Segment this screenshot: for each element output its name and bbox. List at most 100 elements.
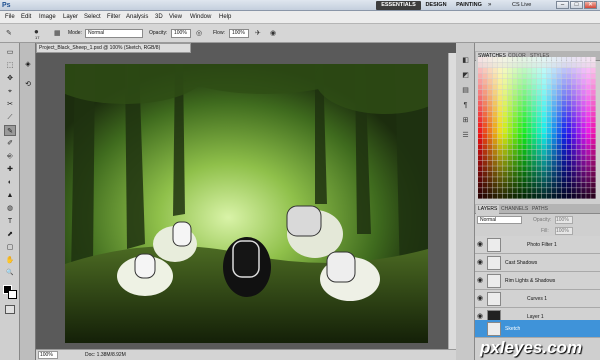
swatch-cell[interactable] xyxy=(571,111,576,117)
swatch-cell[interactable] xyxy=(561,111,567,117)
swatch-cell[interactable] xyxy=(532,84,537,90)
workspace-painting-button[interactable]: PAINTING xyxy=(452,1,486,10)
swatch-cell[interactable] xyxy=(492,78,498,84)
swatch-cell[interactable] xyxy=(527,117,532,123)
swatch-cell[interactable] xyxy=(546,111,552,117)
swatch-cell[interactable] xyxy=(517,122,522,128)
swatch-cell[interactable] xyxy=(507,177,513,183)
swatch-cell[interactable] xyxy=(517,89,522,95)
layer-row[interactable]: ◉ Cast Shadows xyxy=(475,254,600,272)
swatch-cell[interactable] xyxy=(502,89,508,95)
swatch-cell[interactable] xyxy=(541,160,547,166)
swatch-cell[interactable] xyxy=(517,166,522,172)
swatch-cell[interactable] xyxy=(502,188,508,194)
swatch-cell[interactable] xyxy=(507,57,513,63)
swatch-cell[interactable] xyxy=(478,62,483,68)
swatch-cell[interactable] xyxy=(522,95,527,101)
swatch-cell[interactable] xyxy=(537,193,542,199)
swatch-cell[interactable] xyxy=(581,106,586,112)
size-pressure-icon[interactable]: ◉ xyxy=(270,29,276,38)
swatch-cell[interactable] xyxy=(487,149,493,155)
swatch-cell[interactable] xyxy=(478,106,483,112)
swatch-cell[interactable] xyxy=(492,128,498,134)
workspace-essentials-button[interactable]: ESSENTIALS xyxy=(376,1,421,10)
swatch-cell[interactable] xyxy=(482,122,488,128)
swatch-cell[interactable] xyxy=(507,89,513,95)
swatch-cell[interactable] xyxy=(478,182,483,188)
swatch-cell[interactable] xyxy=(522,171,527,177)
swatch-cell[interactable] xyxy=(556,144,562,150)
swatch-cell[interactable] xyxy=(507,182,513,188)
swatch-cell[interactable] xyxy=(581,160,586,166)
swatch-cell[interactable] xyxy=(512,144,517,150)
swatch-cell[interactable] xyxy=(478,122,483,128)
swatch-cell[interactable] xyxy=(546,62,552,68)
swatch-cell[interactable] xyxy=(591,89,596,95)
swatch-cell[interactable] xyxy=(487,144,493,150)
swatch-cell[interactable] xyxy=(537,89,542,95)
swatch-cell[interactable] xyxy=(546,128,552,134)
swatch-cell[interactable] xyxy=(507,138,513,144)
swatch-cell[interactable] xyxy=(576,177,581,183)
swatch-cell[interactable] xyxy=(541,133,547,139)
swatch-cell[interactable] xyxy=(541,155,547,161)
swatch-cell[interactable] xyxy=(541,188,547,194)
swatch-cell[interactable] xyxy=(522,160,527,166)
swatch-cell[interactable] xyxy=(556,177,562,183)
swatch-cell[interactable] xyxy=(497,144,503,150)
swatch-cell[interactable] xyxy=(537,133,542,139)
swatch-cell[interactable] xyxy=(517,177,522,183)
swatch-cell[interactable] xyxy=(502,78,508,84)
swatch-cell[interactable] xyxy=(487,155,493,161)
menu-layer[interactable]: Layer xyxy=(63,11,78,24)
swatch-cell[interactable] xyxy=(527,133,532,139)
menu-file[interactable]: File xyxy=(5,11,15,24)
swatch-cell[interactable] xyxy=(492,149,498,155)
swatch-cell[interactable] xyxy=(571,149,576,155)
swatch-cell[interactable] xyxy=(522,100,527,106)
swatch-cell[interactable] xyxy=(507,166,513,172)
swatch-cell[interactable] xyxy=(566,111,572,117)
swatch-cell[interactable] xyxy=(586,62,591,68)
swatch-cell[interactable] xyxy=(576,188,581,194)
swatch-cell[interactable] xyxy=(497,67,503,73)
swatch-cell[interactable] xyxy=(576,57,581,63)
swatch-cell[interactable] xyxy=(546,188,552,194)
swatch-cell[interactable] xyxy=(546,144,552,150)
swatch-cell[interactable] xyxy=(586,122,591,128)
swatch-cell[interactable] xyxy=(546,166,552,172)
swatch-cell[interactable] xyxy=(487,100,493,106)
swatch-cell[interactable] xyxy=(527,62,532,68)
swatch-cell[interactable] xyxy=(497,193,503,199)
swatch-cell[interactable] xyxy=(522,144,527,150)
swatch-cell[interactable] xyxy=(586,171,591,177)
swatch-cell[interactable] xyxy=(566,117,572,123)
swatch-cell[interactable] xyxy=(551,84,557,90)
swatch-cell[interactable] xyxy=(527,111,532,117)
swatch-cell[interactable] xyxy=(532,57,537,63)
swatch-cell[interactable] xyxy=(566,160,572,166)
swatch-cell[interactable] xyxy=(556,95,562,101)
history-icon[interactable]: ⟲ xyxy=(23,80,33,90)
move-tool-icon[interactable]: ▭ xyxy=(4,47,16,58)
swatch-cell[interactable] xyxy=(591,144,596,150)
swatch-cell[interactable] xyxy=(532,144,537,150)
swatch-cell[interactable] xyxy=(507,111,513,117)
swatch-cell[interactable] xyxy=(478,95,483,101)
swatch-cell[interactable] xyxy=(591,171,596,177)
swatch-cell[interactable] xyxy=(571,160,576,166)
swatch-cell[interactable] xyxy=(527,188,532,194)
swatch-cell[interactable] xyxy=(512,193,517,199)
swatch-cell[interactable] xyxy=(522,133,527,139)
swatch-cell[interactable] xyxy=(541,78,547,84)
swatch-cell[interactable] xyxy=(522,89,527,95)
swatch-cell[interactable] xyxy=(576,193,581,199)
swatch-cell[interactable] xyxy=(561,117,567,123)
eyedropper-tool-icon[interactable]: ⟋ xyxy=(4,112,16,123)
swatch-cell[interactable] xyxy=(576,95,581,101)
swatch-cell[interactable] xyxy=(591,177,596,183)
swatch-cell[interactable] xyxy=(586,100,591,106)
swatch-cell[interactable] xyxy=(541,182,547,188)
swatch-cell[interactable] xyxy=(517,78,522,84)
swatch-cell[interactable] xyxy=(507,73,513,79)
